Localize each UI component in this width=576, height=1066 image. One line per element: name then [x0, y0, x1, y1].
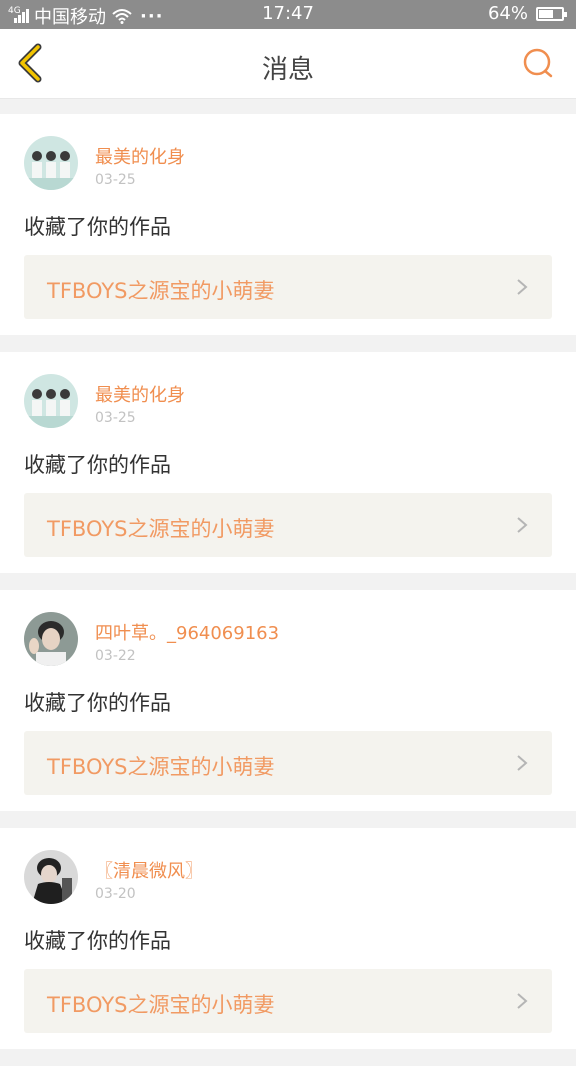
work-title: TFBOYS之源宝的小萌妻: [47, 993, 275, 1017]
avatar[interactable]: [24, 612, 78, 666]
work-link[interactable]: TFBOYS之源宝的小萌妻: [24, 731, 552, 795]
chevron-right-icon: [517, 517, 528, 533]
work-link[interactable]: TFBOYS之源宝的小萌妻: [24, 969, 552, 1033]
work-link[interactable]: TFBOYS之源宝的小萌妻: [24, 255, 552, 319]
search-button[interactable]: [520, 45, 556, 81]
work-title: TFBOYS之源宝的小萌妻: [47, 755, 275, 779]
message-list: 最美的化身 03-25 收藏了你的作品 TFBOYS之源宝的小萌妻 最美的化身 …: [0, 114, 576, 1066]
message-date: 03-22: [95, 648, 136, 664]
page-title: 消息: [261, 55, 314, 85]
username[interactable]: 〖清晨微风〗: [95, 857, 203, 883]
chevron-right-icon: [517, 993, 528, 1009]
work-link[interactable]: TFBOYS之源宝的小萌妻: [24, 493, 552, 557]
action-text: 收藏了你的作品: [24, 691, 171, 715]
avatar[interactable]: [24, 850, 78, 904]
message-card: 最美的化身 03-25 收藏了你的作品 TFBOYS之源宝的小萌妻: [0, 114, 576, 335]
chevron-right-icon: [517, 755, 528, 771]
message-date: 03-25: [95, 410, 136, 426]
username[interactable]: 最美的化身: [95, 143, 185, 169]
battery-group: 64%: [487, 3, 567, 24]
message-card: 最美的化身 03-25 收藏了你的作品 TFBOYS之源宝的小萌妻: [0, 352, 576, 573]
chevron-right-icon: [517, 279, 528, 295]
username[interactable]: 四叶草。_964069163: [95, 619, 279, 645]
status-bar: 4G 中国移动 ··· 17:47 64%: [0, 0, 576, 29]
message-card: 〖清晨微风〗 03-20 收藏了你的作品 TFBOYS之源宝的小萌妻: [0, 828, 576, 1049]
message-date: 03-20: [95, 886, 136, 902]
search-icon: [523, 48, 553, 78]
action-text: 收藏了你的作品: [24, 215, 171, 239]
battery-icon: [536, 6, 567, 21]
username[interactable]: 最美的化身: [95, 381, 185, 407]
action-text: 收藏了你的作品: [24, 453, 171, 477]
message-date: 03-25: [95, 172, 136, 188]
navigation-bar: 消息: [0, 29, 576, 99]
message-card: 四叶草。_964069163 03-22 收藏了你的作品 TFBOYS之源宝的小…: [0, 590, 576, 811]
work-title: TFBOYS之源宝的小萌妻: [47, 517, 275, 541]
avatar[interactable]: [24, 136, 78, 190]
avatar[interactable]: [24, 374, 78, 428]
work-title: TFBOYS之源宝的小萌妻: [47, 279, 275, 303]
battery-percent: 64%: [487, 3, 528, 24]
action-text: 收藏了你的作品: [24, 929, 171, 953]
